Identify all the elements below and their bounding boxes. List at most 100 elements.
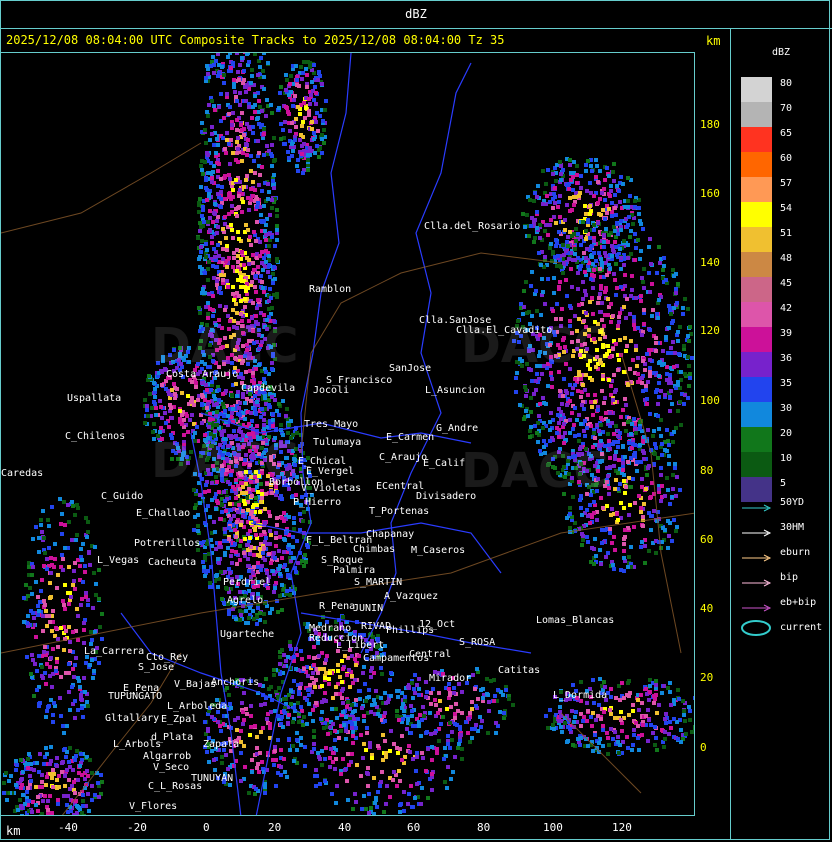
y-tick: 100 <box>700 394 720 407</box>
place-label: S_Jose <box>138 662 175 673</box>
place-label: V_Bajas <box>174 679 217 690</box>
track-label: 30HM <box>780 522 805 533</box>
track-arrow-icon <box>740 598 774 612</box>
track-label: eb+bip <box>780 597 817 608</box>
y-tick: 60 <box>700 533 714 546</box>
place-label: Mirador <box>429 673 472 684</box>
place-label: Algarrob <box>143 751 192 762</box>
legend-swatch <box>741 177 772 202</box>
legend-level-label: 36 <box>780 353 793 364</box>
place-label: Tulumaya <box>313 437 362 448</box>
legend-swatch <box>741 202 772 227</box>
place-label: L_Libert <box>336 640 385 651</box>
legend-level-label: 10 <box>780 453 793 464</box>
legend-level-label: 80 <box>780 78 793 89</box>
place-label: E_Vergel <box>306 466 355 477</box>
place-label: Costa_Araujo <box>166 369 239 380</box>
legend-level-label: 39 <box>780 328 793 339</box>
place-label: L_Dormida <box>553 690 608 701</box>
legend-swatch <box>741 77 772 102</box>
place-label: Palmira <box>333 565 376 576</box>
dacc-watermark: DACC <box>461 443 609 499</box>
legend-level-label: 70 <box>780 103 793 114</box>
legend-level-label: 35 <box>780 378 793 389</box>
track-label: 50YD <box>780 497 805 508</box>
place-label: Uspallata <box>67 393 122 404</box>
place-label: Central <box>409 649 452 660</box>
x-tick: 80 <box>477 821 491 834</box>
current-ellipse-icon <box>740 620 774 636</box>
place-label: Zapata <box>203 739 240 750</box>
legend-level-label: 42 <box>780 303 793 314</box>
legend-level-label: 45 <box>780 278 793 289</box>
place-label: Cacheuta <box>148 557 197 568</box>
place-label: Clla.El_Cavadito <box>456 325 553 336</box>
place-label: L_Arbols <box>113 739 162 750</box>
radar-map[interactable]: DACC DACC DACC DACC Clla.del_Rosario Ram… <box>0 52 695 816</box>
track-label: current <box>780 622 823 633</box>
place-label: Chapanay <box>366 529 415 540</box>
legend-swatch <box>741 452 772 477</box>
place-label: Anchoris <box>211 677 260 688</box>
x-tick: 100 <box>543 821 563 834</box>
x-tick: 20 <box>268 821 282 834</box>
place-label: Gltallary <box>105 713 160 724</box>
legend-swatch <box>741 327 772 352</box>
track-arrow-icon <box>740 573 774 587</box>
place-label: Divisadero <box>416 491 477 502</box>
track-arrow-icon <box>740 548 774 562</box>
place-label: V_Seco <box>153 762 190 773</box>
place-label: L_Arboleda <box>167 701 228 712</box>
place-label: S_MARTIN <box>354 577 403 588</box>
legend-swatch <box>741 427 772 452</box>
place-label: G_Andre <box>436 423 479 434</box>
x-tick: 120 <box>612 821 632 834</box>
track-label: eburn <box>780 547 811 558</box>
legend-swatch <box>741 377 772 402</box>
place-label: Catitas <box>498 665 541 676</box>
place-label: TUPUNGATO <box>108 691 163 702</box>
place-label: A_Vazquez <box>384 591 439 602</box>
place-label: E_Carmen <box>386 432 435 443</box>
y-tick: 160 <box>700 187 720 200</box>
legend-level-label: 57 <box>780 178 793 189</box>
place-label: P_Hierro <box>293 497 342 508</box>
place-label: L_Vegas <box>97 555 140 566</box>
legend-level-label: 48 <box>780 253 793 264</box>
legend-level-label: 54 <box>780 203 793 214</box>
place-label: C_L_Rosas <box>148 781 203 792</box>
y-axis-unit: km <box>706 34 721 48</box>
place-label: Clla.del_Rosario <box>424 221 521 232</box>
place-label: Lomas_Blancas <box>536 615 615 626</box>
composite-status-line: 2025/12/08 08:04:00 UTC Composite Tracks… <box>6 33 505 47</box>
place-label: T_Portenas <box>369 506 430 517</box>
place-label: V_Flores <box>129 801 178 812</box>
place-label: Tres_Mayo <box>304 419 359 430</box>
legend-level-label: 20 <box>780 428 793 439</box>
x-tick: -40 <box>58 821 78 834</box>
legend-swatch <box>741 402 772 427</box>
y-tick: 120 <box>700 324 720 337</box>
place-label: C_Araujo <box>379 452 428 463</box>
window-title: dBZ <box>0 0 832 29</box>
y-tick: 40 <box>700 602 714 615</box>
place-label: M_Caseros <box>411 545 466 556</box>
legend-swatch <box>741 127 772 152</box>
legend-swatch <box>741 252 772 277</box>
legend-level-label: 65 <box>780 128 793 139</box>
y-tick: 0 <box>700 741 707 754</box>
place-label: C_Chilenos <box>65 431 126 442</box>
legend-swatch <box>741 302 772 327</box>
place-label: Chimbas <box>353 544 396 555</box>
place-label: Agrelo <box>227 595 264 606</box>
place-label: JUNIN <box>353 603 384 614</box>
legend-swatch <box>741 152 772 177</box>
place-label: E_Challao <box>136 508 191 519</box>
track-arrow-icon <box>740 498 774 512</box>
legend-swatch <box>741 277 772 302</box>
track-arrow-icon <box>740 523 774 537</box>
dacc-watermark: DACC <box>151 318 299 374</box>
legend-level-label: 60 <box>780 153 793 164</box>
place-label: Phillips <box>386 625 435 636</box>
place-label: E_Calif <box>423 458 466 469</box>
